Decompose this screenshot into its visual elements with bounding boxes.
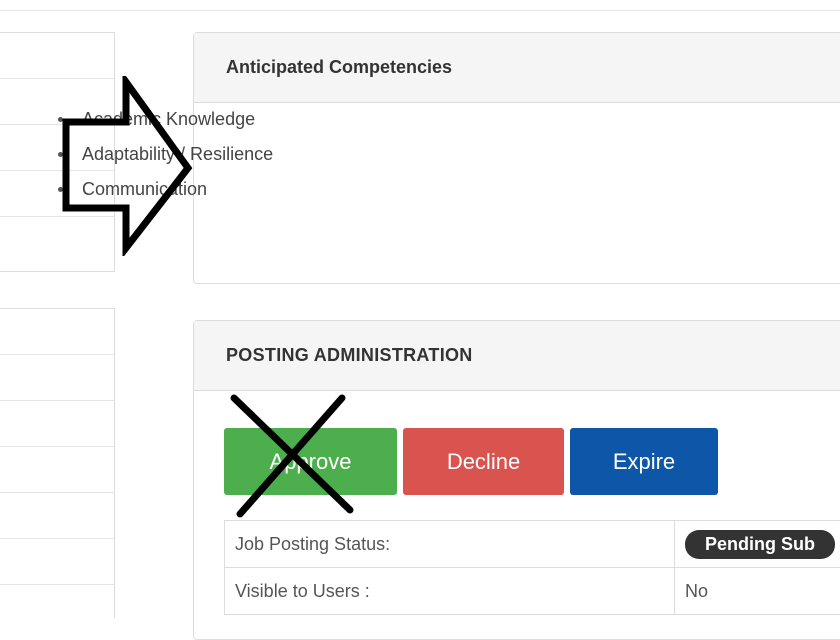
status-label: Job Posting Status: bbox=[225, 521, 675, 568]
status-value-cell: Pending Sub bbox=[675, 521, 840, 568]
right-arrow-outline-icon bbox=[58, 76, 198, 256]
decline-button[interactable]: Decline bbox=[403, 428, 564, 495]
table-row: Visible to Users : No bbox=[225, 568, 840, 615]
competencies-panel: Anticipated Competencies bbox=[193, 32, 840, 284]
competencies-panel-title: Anticipated Competencies bbox=[226, 57, 452, 78]
left-list-row[interactable] bbox=[0, 585, 114, 631]
competencies-panel-header: Anticipated Competencies bbox=[194, 33, 840, 103]
x-mark-icon bbox=[222, 392, 362, 522]
posting-admin-panel-title: POSTING ADMINISTRATION bbox=[226, 345, 473, 366]
table-row: Job Posting Status: Pending Sub bbox=[225, 521, 840, 568]
visible-label: Visible to Users : bbox=[225, 568, 675, 615]
expire-button[interactable]: Expire bbox=[570, 428, 718, 495]
visible-value: No bbox=[675, 568, 840, 615]
left-list-row[interactable] bbox=[0, 493, 114, 539]
left-list-row[interactable] bbox=[0, 33, 114, 79]
posting-admin-panel-header: POSTING ADMINISTRATION bbox=[194, 321, 840, 391]
left-list-row[interactable] bbox=[0, 539, 114, 585]
left-list-row[interactable] bbox=[0, 401, 114, 447]
left-list-row[interactable] bbox=[0, 309, 114, 355]
left-list-lower bbox=[0, 308, 115, 618]
left-list-row[interactable] bbox=[0, 447, 114, 493]
top-divider bbox=[0, 10, 840, 11]
left-list-row[interactable] bbox=[0, 355, 114, 401]
posting-status-table: Job Posting Status: Pending Sub Visible … bbox=[224, 520, 840, 615]
status-badge: Pending Sub bbox=[685, 530, 835, 559]
